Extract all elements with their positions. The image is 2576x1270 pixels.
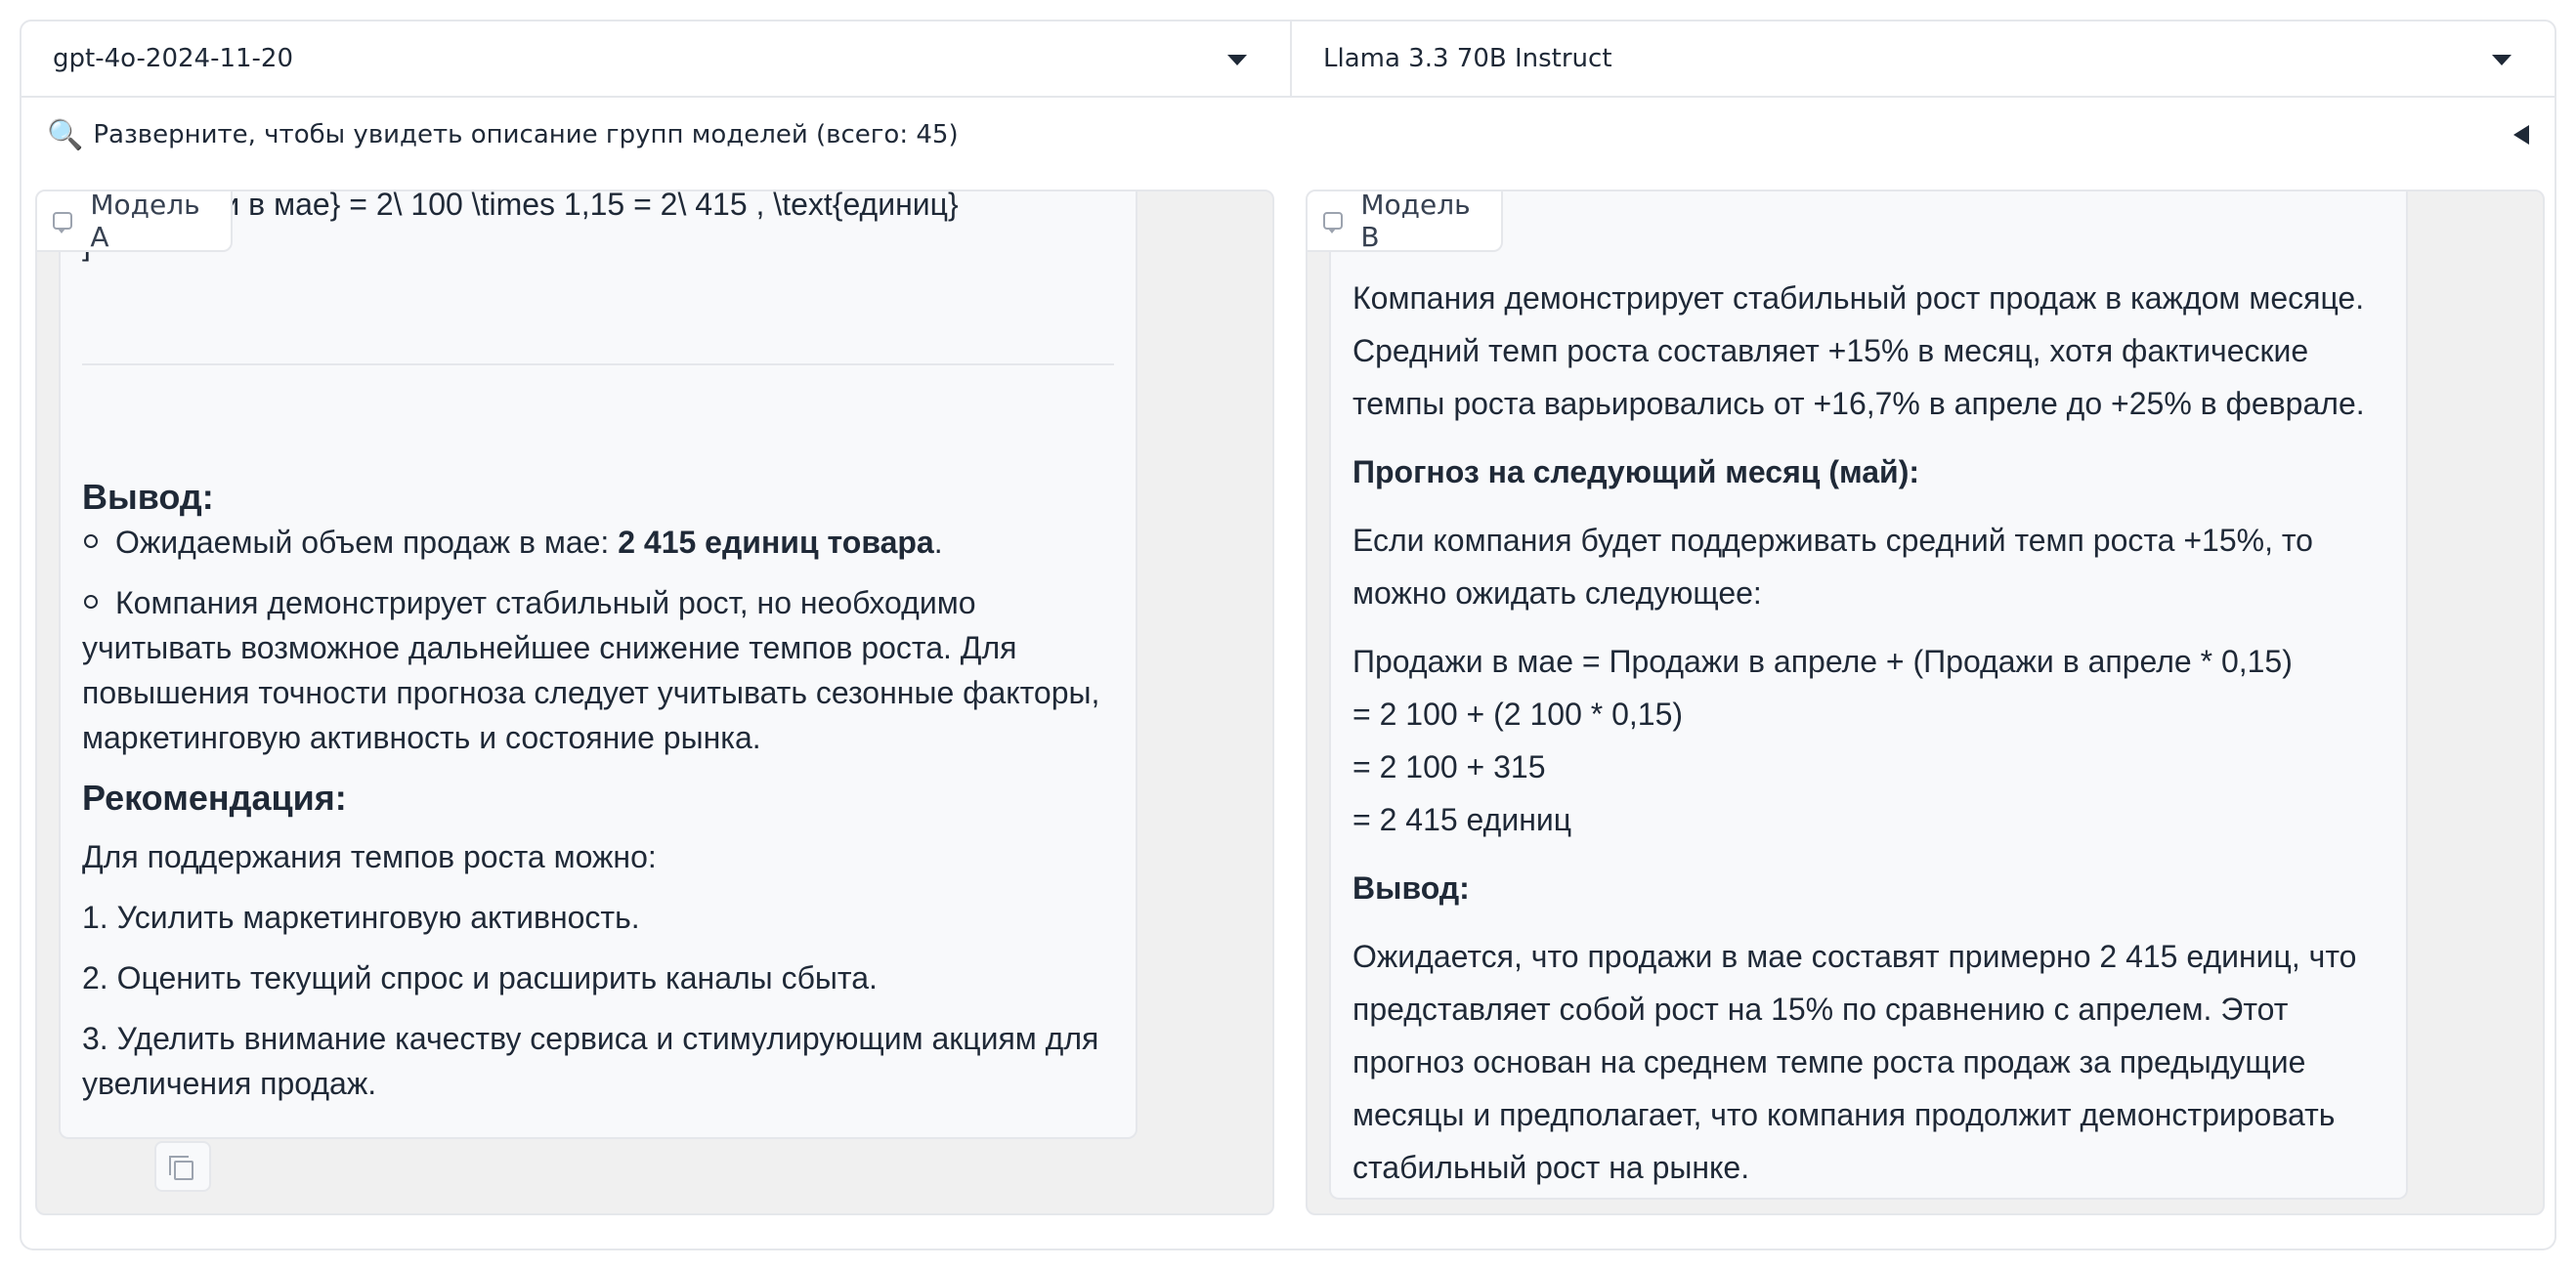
model-b-dropdown[interactable]: Llama 3.3 70B Instruct	[1292, 21, 2555, 96]
model-b-content: Компания демонстрирует стабильный рост п…	[1352, 272, 2384, 1194]
paragraph: Если компания будет поддерживать средний…	[1352, 523, 2313, 611]
chat-icon	[53, 212, 73, 233]
collapse-triangle-icon	[2513, 125, 2529, 145]
conclusion-heading: Вывод:	[82, 477, 214, 517]
model-b-selected: Llama 3.3 70B Instruct	[1323, 44, 1612, 73]
model-a-content: Вывод: Ожидаемый объем продаж в мае: 2 4…	[82, 475, 1114, 1106]
recommendation-intro: Для поддержания темпов роста можно:	[82, 839, 657, 874]
chevron-down-icon	[1227, 55, 1247, 65]
calc-line: = 2 100 + (2 100 * 0,15)	[1352, 697, 1684, 732]
model-b-message: Компания демонстрирует стабильный рост п…	[1329, 191, 2408, 1200]
model-a-tag-label: Модель A	[90, 190, 200, 253]
calc-line: Продажи в мае = Продажи в апреле + (Прод…	[1352, 644, 2293, 679]
model-a-panel[interactable]: Модель A жи в мае} = 2\ 100 \times 1,15 …	[35, 190, 1274, 1215]
paragraph: Ожидается, что продажи в мае составят пр…	[1352, 939, 2357, 1185]
list-item: Компания демонстрирует стабильный рост, …	[82, 585, 1100, 755]
recommendation-item: 3. Уделить внимание качеству сервиса и с…	[82, 1021, 1099, 1101]
list-item: Ожидаемый объем продаж в мае: 2 415 един…	[82, 520, 1114, 565]
model-groups-accordion[interactable]: 🔍 Разверните, чтобы увидеть описание гру…	[20, 96, 2556, 174]
model-a-dropdown[interactable]: gpt-4o-2024-11-20	[21, 21, 1292, 96]
calc-line: = 2 415 единиц	[1352, 802, 1572, 837]
bullet-icon	[84, 534, 98, 548]
model-b-panel[interactable]: Модель B Компания демонстрирует стабильн…	[1306, 190, 2545, 1215]
latex-line: жи в мае} = 2\ 100 \times 1,15 = 2\ 415 …	[201, 190, 959, 222]
calc-line: = 2 100 + 315	[1352, 749, 1546, 784]
divider	[82, 363, 1114, 365]
recommendation-heading: Рекомендация:	[82, 778, 347, 818]
bullet-icon	[84, 595, 98, 609]
forecast-heading: Прогноз на следующий месяц (май):	[1352, 454, 1920, 489]
recommendation-item: 1. Усилить маркетинговую активность.	[82, 900, 640, 935]
model-a-message: жи в мае} = 2\ 100 \times 1,15 = 2\ 415 …	[59, 190, 1138, 1139]
model-a-selected: gpt-4o-2024-11-20	[53, 44, 293, 73]
copy-button[interactable]	[154, 1141, 211, 1192]
magnifier-icon: 🔍	[47, 117, 84, 152]
recommendation-item: 2. Оценить текущий спрос и расширить кан…	[82, 960, 878, 995]
paragraph: Компания демонстрирует стабильный рост п…	[1352, 280, 2365, 421]
accordion-label: Разверните, чтобы увидеть описание групп…	[93, 120, 959, 149]
chat-icon	[1323, 212, 1344, 233]
conclusion-heading: Вывод:	[1352, 870, 1470, 906]
model-selector-row: gpt-4o-2024-11-20 Llama 3.3 70B Instruct	[20, 20, 2556, 98]
model-b-tag: Модель B	[1308, 190, 1503, 253]
model-b-tag-label: Модель B	[1360, 190, 1471, 253]
chevron-down-icon	[2492, 55, 2512, 65]
model-a-tag: Модель A	[37, 190, 233, 253]
